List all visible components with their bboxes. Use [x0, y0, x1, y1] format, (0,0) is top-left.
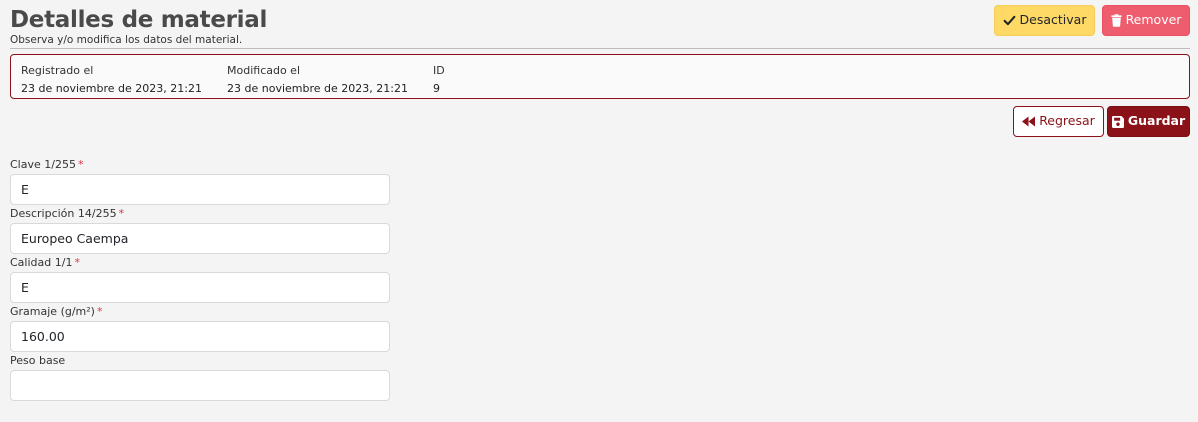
required-marker: * — [74, 256, 80, 269]
save-button[interactable]: Guardar — [1107, 106, 1190, 137]
back-button[interactable]: Regresar — [1013, 106, 1104, 137]
registered-value: 23 de noviembre de 2023, 21:21 — [21, 82, 202, 95]
clave-label-text: Clave 1/255 — [10, 158, 76, 171]
rewind-icon — [1022, 116, 1036, 127]
deactivate-button[interactable]: Desactivar — [994, 5, 1095, 36]
remove-label: Remover — [1125, 12, 1182, 28]
required-marker: * — [96, 305, 103, 318]
back-label: Regresar — [1039, 113, 1095, 129]
calidad-label-text: Calidad 1/1 — [10, 256, 73, 269]
material-form: Clave 1/255* Descripción 14/255* Calidad… — [10, 158, 390, 403]
gramaje-label: Gramaje (g/m²) * — [10, 305, 390, 321]
registered-label: Registrado el — [21, 64, 94, 77]
gramaje-input[interactable] — [10, 321, 390, 352]
peso-base-label-text: Peso base — [10, 354, 66, 367]
record-metadata-panel: Registrado el 23 de noviembre de 2023, 2… — [10, 54, 1190, 99]
calidad-input[interactable] — [10, 272, 390, 303]
required-marker: * — [77, 158, 84, 171]
id-info: ID 9 — [433, 62, 445, 98]
calidad-label: Calidad 1/1 * — [10, 256, 390, 272]
descripcion-label: Descripción 14/255 * — [10, 207, 390, 223]
modified-label: Modificado el — [227, 64, 301, 77]
clave-label: Clave 1/255 * — [10, 158, 390, 174]
clave-input[interactable] — [10, 174, 390, 205]
id-label: ID — [433, 64, 445, 77]
check-icon — [1003, 14, 1016, 27]
header-divider — [10, 48, 1190, 49]
registered-info: Registrado el 23 de noviembre de 2023, 2… — [21, 62, 202, 98]
trash-icon — [1110, 14, 1122, 27]
gramaje-label-text: Gramaje (g/m²) — [10, 305, 95, 318]
peso-base-input[interactable] — [10, 370, 390, 401]
required-marker: * — [118, 207, 125, 220]
remove-button[interactable]: Remover — [1102, 5, 1190, 36]
peso-base-label: Peso base — [10, 354, 390, 370]
modified-value: 23 de noviembre de 2023, 21:21 — [227, 82, 408, 95]
id-value: 9 — [433, 82, 440, 95]
floppy-disk-icon — [1111, 115, 1124, 128]
descripcion-label-text: Descripción 14/255 — [10, 207, 117, 220]
modified-info: Modificado el 23 de noviembre de 2023, 2… — [227, 62, 408, 98]
deactivate-label: Desactivar — [1019, 12, 1087, 28]
descripcion-input[interactable] — [10, 223, 390, 254]
save-label: Guardar — [1127, 113, 1186, 129]
